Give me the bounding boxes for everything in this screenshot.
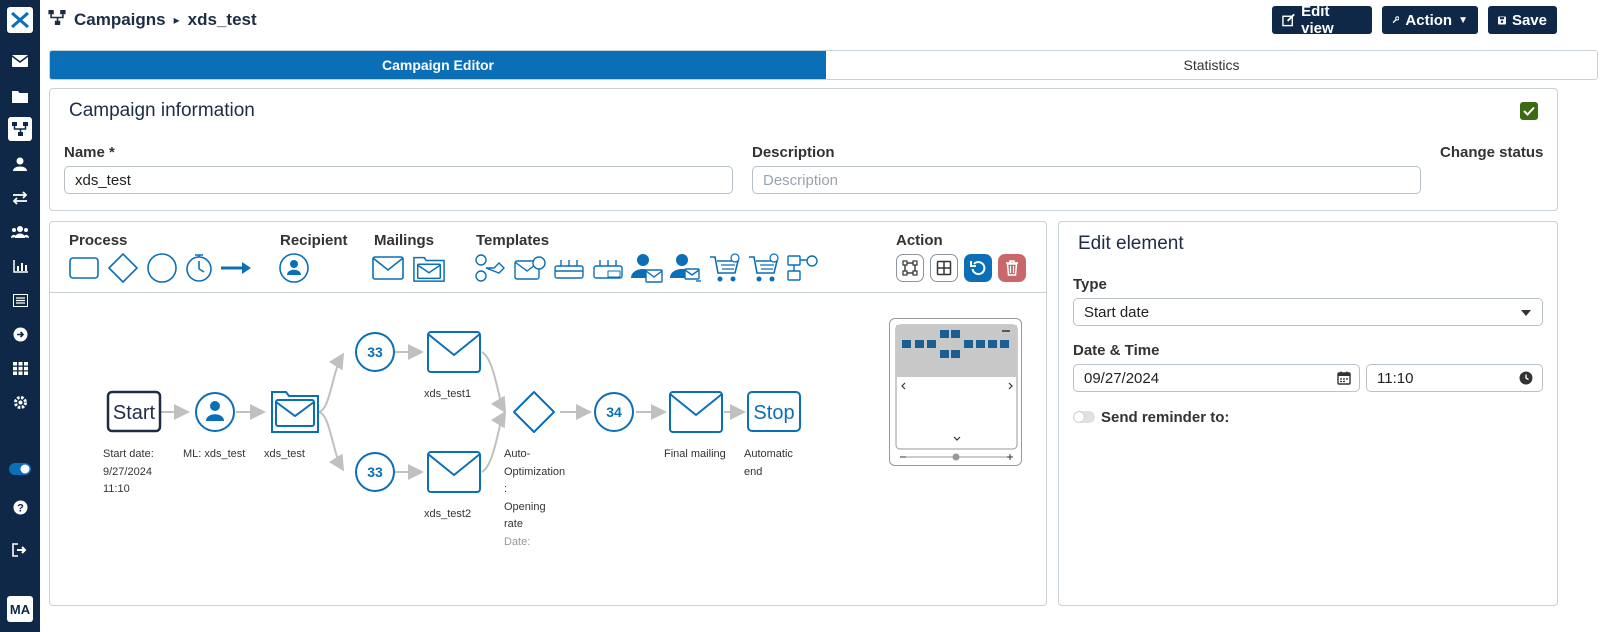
- clock-icon[interactable]: [1519, 371, 1533, 390]
- stop-label-line: end: [744, 465, 763, 478]
- counter-c-text: 34: [606, 404, 622, 420]
- type-select[interactable]: Start date: [1073, 298, 1543, 326]
- time-input-value: 11:10: [1377, 369, 1414, 387]
- stop-node-text: Stop: [753, 402, 794, 424]
- optimization-label-line: Opening: [504, 500, 546, 513]
- final-mailing-node-label: Final mailing: [664, 448, 726, 460]
- optimization-label-line: :: [504, 483, 508, 495]
- mailing-node-1[interactable]: [427, 331, 481, 373]
- recipient-node[interactable]: [195, 392, 235, 432]
- connector-mailing-counter-a[interactable]: [317, 352, 345, 413]
- start-node[interactable]: Start: [106, 390, 162, 433]
- type-label: Type: [1073, 276, 1107, 293]
- stop-node[interactable]: Stop: [747, 391, 801, 432]
- optimization-decision-node[interactable]: [513, 391, 555, 433]
- zoom-slider-handle[interactable]: [952, 453, 960, 461]
- start-node-label: Start date: 9/27/2024 11:10: [103, 446, 154, 499]
- datetime-label: Date & Time: [1073, 342, 1160, 359]
- edit-element-title: Edit element: [1078, 233, 1184, 254]
- caret-down-icon: [1521, 310, 1531, 316]
- time-input[interactable]: 11:10: [1366, 364, 1543, 392]
- minimap[interactable]: [889, 318, 1022, 466]
- zoom-in-icon[interactable]: [1007, 454, 1013, 460]
- start-node-text: Start: [113, 402, 156, 424]
- type-select-value: Start date: [1084, 303, 1150, 321]
- connector-mail1-optimization[interactable]: [481, 351, 507, 414]
- date-input-value: 09/27/2024: [1084, 369, 1160, 387]
- date-input[interactable]: 09/27/2024: [1073, 364, 1360, 392]
- optimization-label-line: Auto-: [504, 448, 531, 460]
- optimization-label-line: Date:: [504, 535, 531, 548]
- mailing-node-2[interactable]: [427, 451, 481, 493]
- send-reminder-toggle[interactable]: [1073, 411, 1095, 423]
- start-label-line: 11:10: [103, 483, 130, 495]
- mailing-node-label: xds_test: [264, 448, 305, 460]
- connector-mail2-optimization[interactable]: [481, 410, 507, 473]
- optimization-node-label: Auto- Optimization : Opening rate Date:: [504, 446, 565, 551]
- counter-node-b[interactable]: 33: [355, 452, 395, 492]
- counter-b-text: 33: [367, 464, 383, 480]
- counter-node-c[interactable]: 34: [594, 392, 634, 432]
- mail1-node-label: xds_test1: [424, 388, 472, 400]
- optimization-label-line: rate: [504, 518, 523, 530]
- recipient-node-label: ML: xds_test: [183, 448, 246, 460]
- start-label-line: Start date:: [103, 448, 154, 460]
- optimization-label-line: Optimization: [504, 465, 566, 478]
- send-reminder-label: Send reminder to:: [1101, 409, 1230, 426]
- counter-a-text: 33: [367, 344, 383, 360]
- mailing-folder-node[interactable]: [271, 391, 319, 433]
- final-mailing-node[interactable]: [669, 391, 723, 433]
- start-label-line: 9/27/2024: [103, 465, 152, 478]
- counter-node-a[interactable]: 33: [355, 332, 395, 372]
- connector-mailing-counter-b[interactable]: [317, 411, 345, 472]
- calendar-icon[interactable]: [1337, 371, 1351, 390]
- mail2-node-label: xds_test2: [424, 508, 472, 520]
- stop-node-label: Automatic end: [744, 446, 793, 481]
- stop-label-line: Automatic: [744, 448, 793, 460]
